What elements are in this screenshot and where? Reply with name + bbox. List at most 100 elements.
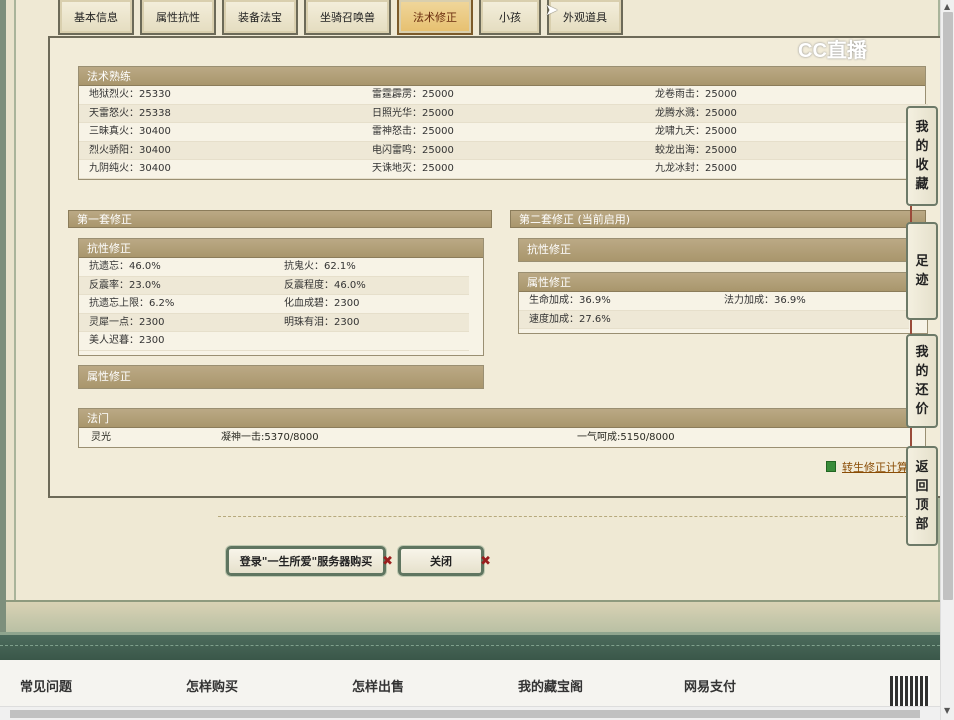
set2-attr-grid: 生命加成：36.9% 法力加成：36.9% 速度加成：27.6% <box>519 292 927 330</box>
side-button-char: 部 <box>915 517 929 532</box>
set2-resist-box: 抗性修正 <box>518 238 928 262</box>
login-buy-label: 登录"一生所爱"服务器购买 <box>239 555 373 568</box>
close-mark-icon: ✖ <box>480 554 491 569</box>
side-button-char: 顶 <box>915 498 929 513</box>
set2-attr-cell: 速度加成：27.6% <box>519 310 714 330</box>
side-button-char: 还 <box>915 383 929 398</box>
spell-mastery-title: 法术熟练 <box>79 67 925 86</box>
tab-mounts-summons[interactable]: 坐骑召唤兽 <box>304 0 391 35</box>
vertical-scrollbar[interactable]: ▲ ▼ <box>940 0 954 720</box>
side-link-1 <box>910 206 912 222</box>
spell-mastery-cell: 九龙冰封：25000 <box>645 160 928 179</box>
side-button-char: 的 <box>915 139 929 154</box>
set1-resist-cell: 明珠有泪：2300 <box>274 313 469 333</box>
spell-mastery-cell: 九阴纯火：30400 <box>79 160 362 179</box>
scroll-down-icon[interactable]: ▼ <box>944 706 950 715</box>
close-mark-icon: ✖ <box>382 554 393 569</box>
set1-attr-box: 属性修正 <box>78 365 484 389</box>
horizontal-scroll-thumb[interactable] <box>10 710 920 718</box>
scroll-up-icon[interactable]: ▲ <box>944 2 950 11</box>
set1-resist-cell: 抗遗忘：46.0% <box>79 258 274 277</box>
spell-mastery-cell: 三昧真火：30400 <box>79 123 362 142</box>
horizontal-scrollbar[interactable] <box>0 706 940 720</box>
tab-child[interactable]: 小孩 <box>479 0 541 35</box>
spell-mastery-cell: 地狱烈火：25330 <box>79 86 362 105</box>
tab-basic-info[interactable]: 基本信息 <box>58 0 134 35</box>
famen-box: 法门 灵光 凝神一击:5370/8000 一气呵成:5150/8000 <box>78 408 926 448</box>
side-button-char: 价 <box>915 402 929 417</box>
footer-my-cbg[interactable]: 我的藏宝阁 <box>518 676 583 695</box>
calc-link-label: 转生修正计算 <box>842 461 908 474</box>
spell-mastery-cell: 龙卷雨击：25000 <box>645 86 928 105</box>
set1-resist-cell: 反震率：23.0% <box>79 276 274 296</box>
cc-live-watermark: CC直播 <box>798 40 867 62</box>
spell-mastery-cell: 雷霆霹雳：25000 <box>362 86 645 105</box>
side-button-char: 回 <box>915 479 929 494</box>
footer-band <box>0 632 940 660</box>
side-button-char: 藏 <box>915 177 929 192</box>
login-buy-button[interactable]: 登录"一生所爱"服务器购买 ✖ <box>226 546 393 576</box>
set2-attr-cell <box>714 310 909 330</box>
footer-how-to-sell[interactable]: 怎样出售 <box>352 676 404 695</box>
footer-netease-pay[interactable]: 网易支付 <box>684 676 736 695</box>
set1-resist-box: 抗性修正 抗遗忘：46.0% 抗鬼火：62.1% 反震率：23.0% 反震程度：46.… <box>78 238 484 356</box>
divider <box>218 516 908 517</box>
back-to-top-button[interactable]: 返回顶部 <box>906 446 938 546</box>
famen-item-2: 一气呵成:5150/8000 <box>577 432 675 443</box>
set2-resist-title: 抗性修正 <box>519 239 927 261</box>
close-label: 关闭 <box>430 555 452 568</box>
side-button-char: 我 <box>915 345 929 360</box>
qr-code-icon <box>890 676 930 706</box>
side-button-char: 收 <box>915 158 929 173</box>
set1-resist-title: 抗性修正 <box>79 239 483 258</box>
famen-row: 灵光 凝神一击:5370/8000 一气呵成:5150/8000 <box>79 428 925 448</box>
tab-bar: 基本信息 属性抗性 装备法宝 坐骑召唤兽 法术修正 小孩 外观道具 <box>58 0 623 36</box>
set1-resist-cell: 抗遗忘上限：6.2% <box>79 295 274 314</box>
set2-attr-cell: 生命加成：36.9% <box>519 292 714 311</box>
set2-attr-box: 属性修正 生命加成：36.9% 法力加成：36.9% 速度加成：27.6% <box>518 272 928 334</box>
famen-title: 法门 <box>79 409 925 428</box>
footer: 常见问题 怎样购买 怎样出售 我的藏宝阁 网易支付 <box>0 660 940 706</box>
spell-mastery-cell: 天诛地灭：25000 <box>362 160 645 179</box>
favorites-button[interactable]: 我的收藏 <box>906 106 938 206</box>
spell-mastery-cell: 蛟龙出海：25000 <box>645 141 928 161</box>
side-link-2 <box>910 320 912 334</box>
side-button-char: 我 <box>915 120 929 135</box>
set1-title: 第一套修正 <box>68 210 492 228</box>
side-button-char: 足 <box>915 254 929 269</box>
tab-spell-correction[interactable]: 法术修正 <box>397 0 473 35</box>
spell-mastery-cell: 烈火骄阳：30400 <box>79 141 362 161</box>
spell-mastery-box: 法术熟练 地狱烈火：25330 雷霆霹雳：25000 龙卷雨击：25000 天雷怒火：… <box>78 66 928 180</box>
set2-attr-cell: 法力加成：36.9% <box>714 292 909 311</box>
spell-mastery-cell: 雷神怒击：25000 <box>362 123 645 142</box>
spell-mastery-cell: 日照光华：25000 <box>362 104 645 124</box>
spell-mastery-cell: 电闪雷鸣：25000 <box>362 141 645 161</box>
side-button-char: 的 <box>915 364 929 379</box>
footer-how-to-buy[interactable]: 怎样购买 <box>186 676 238 695</box>
side-link-3 <box>910 428 912 446</box>
famen-name: 灵光 <box>91 432 111 443</box>
spell-mastery-cell: 龙啸九天：25000 <box>645 123 928 142</box>
set2-title: 第二套修正 (当前启用) <box>510 210 926 228</box>
set1-resist-grid: 抗遗忘：46.0% 抗鬼火：62.1% 反震率：23.0% 反震程度：46.0% 抗遗忘… <box>79 258 483 351</box>
set1-attr-title: 属性修正 <box>79 366 483 388</box>
famen-item-1: 凝神一击:5370/8000 <box>221 432 319 443</box>
footer-faq[interactable]: 常见问题 <box>20 676 72 695</box>
footprint-button[interactable]: 足迹 <box>906 222 938 320</box>
set1-resist-cell: 抗鬼火：62.1% <box>274 258 469 277</box>
set1-resist-cell <box>274 332 469 351</box>
set2-attr-title: 属性修正 <box>519 273 927 292</box>
my-offers-button[interactable]: 我的还价 <box>906 334 938 428</box>
calc-link[interactable]: 转生修正计算 <box>826 459 908 475</box>
spell-mastery-grid: 地狱烈火：25330 雷霆霹雳：25000 龙卷雨击：25000 天雷怒火：25338… <box>79 86 928 179</box>
frame-bottom-border <box>6 600 946 632</box>
close-button[interactable]: 关闭 ✖ <box>398 546 491 576</box>
vertical-scroll-thumb[interactable] <box>943 12 953 600</box>
set1-resist-cell: 灵犀一点：2300 <box>79 313 274 333</box>
mouse-cursor-icon: ➤ <box>545 0 559 19</box>
side-button-char: 返 <box>915 460 929 475</box>
tab-equipment[interactable]: 装备法宝 <box>222 0 298 35</box>
spell-correction-panel: 法术熟练 地狱烈火：25330 雷霆霹雳：25000 龙卷雨击：25000 天雷怒火：… <box>48 36 948 498</box>
set1-resist-cell: 化血成碧：2300 <box>274 295 469 314</box>
tab-attributes[interactable]: 属性抗性 <box>140 0 216 35</box>
